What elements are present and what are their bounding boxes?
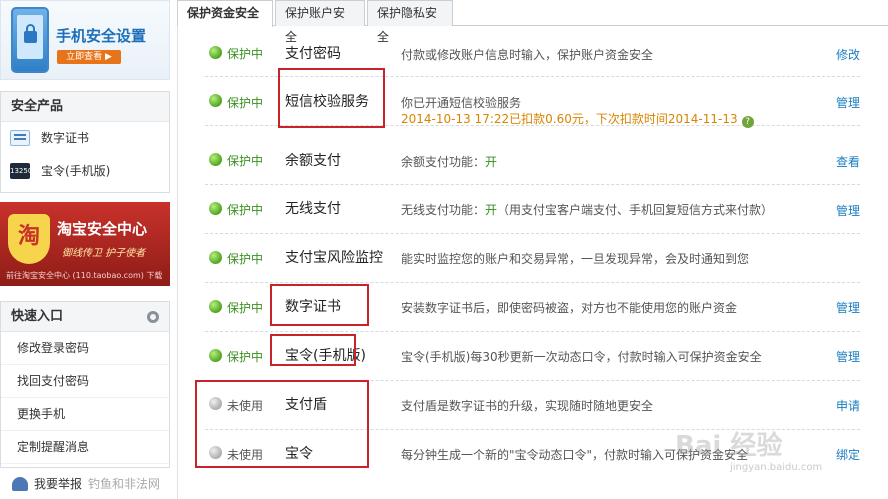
taobao-shield-icon: 淘 bbox=[8, 214, 50, 264]
highlight-box bbox=[270, 334, 356, 366]
service-name: 支付密码 bbox=[285, 46, 341, 62]
status-label: 保护中 bbox=[227, 203, 264, 217]
service-name: 无线支付 bbox=[285, 201, 341, 217]
security-products-panel: 安全产品 数字证书 13250 宝令(手机版) bbox=[0, 91, 170, 193]
security-products-heading: 安全产品 bbox=[1, 92, 169, 122]
quick-link-change-phone[interactable]: 更换手机 bbox=[1, 398, 169, 431]
service-description: 无线支付功能：开（用支付宝客户端支付、手机回复短信方式来付款） bbox=[401, 203, 774, 217]
watermark: Bai 经验 bbox=[675, 431, 783, 461]
phone-lock-icon bbox=[11, 7, 49, 73]
product-label: 宝令(手机版) bbox=[41, 164, 111, 178]
service-description: 付款或修改账户信息时输入，保护账户资金安全 bbox=[401, 48, 654, 62]
view-now-button[interactable]: 立即查看 ▶ bbox=[57, 50, 121, 64]
manage-link[interactable]: 管理 bbox=[836, 299, 860, 316]
status-on-icon bbox=[209, 300, 222, 313]
status-on-icon bbox=[209, 46, 222, 59]
service-description: 你已开通短信校验服务 bbox=[401, 96, 522, 110]
modify-link[interactable]: 修改 bbox=[836, 46, 860, 63]
status-on-icon bbox=[209, 94, 222, 107]
service-description: 安装数字证书后，即使密码被盗，对方也不能使用您的账户资金 bbox=[401, 301, 738, 315]
taobao-banner-title: 淘宝安全中心 bbox=[57, 220, 148, 238]
taobao-banner-footer: 前往淘宝安全中心 (110.taobao.com) 下载 bbox=[6, 271, 163, 280]
service-description: 能实时监控您的账户和交易异常，一旦发现异常，会及时通知到您 bbox=[401, 252, 750, 266]
highlight-box bbox=[195, 380, 369, 468]
report-label: 我要举报 bbox=[34, 477, 83, 491]
report-link[interactable]: 我要举报 钓鱼和非法网 bbox=[0, 470, 170, 499]
police-icon bbox=[12, 477, 28, 491]
phone-banner-title: 手机安全设置 bbox=[56, 27, 147, 45]
certificate-icon bbox=[10, 130, 30, 146]
highlight-box bbox=[278, 68, 385, 128]
quick-entry-panel: 快速入口 修改登录密码 找回支付密码 更换手机 定制提醒消息 bbox=[0, 301, 170, 468]
token-icon: 13250 bbox=[10, 163, 32, 179]
status-on-icon bbox=[209, 251, 222, 264]
tab-account-security[interactable]: 保护账户安全 bbox=[275, 0, 365, 44]
report-sub: 钓鱼和非法网 bbox=[88, 477, 161, 491]
status-label: 保护中 bbox=[227, 96, 264, 110]
left-sidebar: 手机安全设置 立即查看 ▶ 安全产品 数字证书 13250 宝令(手机版) 淘 … bbox=[0, 0, 170, 499]
product-item-certificate[interactable]: 数字证书 bbox=[1, 122, 169, 155]
quick-link-change-login-password[interactable]: 修改登录密码 bbox=[1, 332, 169, 365]
bind-link[interactable]: 绑定 bbox=[836, 446, 860, 463]
manage-link[interactable]: 管理 bbox=[836, 94, 860, 111]
service-description: 宝令(手机版)每30秒更新一次动态口令，付款时输入可保护资金安全 bbox=[401, 350, 762, 364]
status-label: 保护中 bbox=[227, 350, 264, 364]
deduction-info: 2014-10-13 17:22已扣款0.60元，下次扣款时间2014-11-1… bbox=[401, 110, 754, 128]
taobao-banner-slogan: 御线传卫 护子使者 bbox=[62, 248, 146, 259]
manage-link[interactable]: 管理 bbox=[836, 348, 860, 365]
status-on-icon bbox=[209, 349, 222, 362]
list-item: 保护中 余额支付 余额支付功能：开 查看 bbox=[205, 136, 860, 185]
quick-link-recover-pay-password[interactable]: 找回支付密码 bbox=[1, 365, 169, 398]
quick-link-custom-alerts[interactable]: 定制提醒消息 bbox=[1, 431, 169, 464]
list-item: 保护中 无线支付 无线支付功能：开（用支付宝客户端支付、手机回复短信方式来付款）… bbox=[205, 185, 860, 234]
status-on-icon bbox=[209, 202, 222, 215]
status-label: 保护中 bbox=[227, 252, 264, 266]
status-label: 保护中 bbox=[227, 154, 264, 168]
tab-fund-security[interactable]: 保护资金安全 bbox=[177, 0, 273, 27]
gear-icon[interactable] bbox=[147, 311, 159, 323]
view-link[interactable]: 查看 bbox=[836, 153, 860, 170]
phone-security-banner[interactable]: 手机安全设置 立即查看 ▶ bbox=[0, 0, 170, 80]
product-label: 数字证书 bbox=[41, 131, 90, 145]
service-description: 支付盾是数字证书的升级，实现随时随地更安全 bbox=[401, 399, 654, 413]
tab-privacy-security[interactable]: 保护隐私安全 bbox=[367, 0, 453, 44]
product-item-token[interactable]: 13250 宝令(手机版) bbox=[1, 155, 169, 188]
service-name: 余额支付 bbox=[285, 153, 341, 169]
taobao-security-banner[interactable]: 淘 淘宝安全中心 御线传卫 护子使者 前往淘宝安全中心 (110.taobao.… bbox=[0, 202, 170, 286]
quick-entry-heading: 快速入口 bbox=[1, 302, 169, 332]
watermark-url: jingyan.baidu.com bbox=[730, 462, 823, 473]
status-on-icon bbox=[209, 153, 222, 166]
status-label: 保护中 bbox=[227, 47, 264, 61]
status-label: 保护中 bbox=[227, 301, 264, 315]
question-icon[interactable]: ? bbox=[741, 116, 754, 128]
apply-link[interactable]: 申请 bbox=[836, 397, 860, 414]
service-description: 余额支付功能：开 bbox=[401, 155, 498, 169]
manage-link[interactable]: 管理 bbox=[836, 202, 860, 219]
list-item: 保护中 支付宝风险监控 能实时监控您的账户和交易异常，一旦发现异常，会及时通知到… bbox=[205, 234, 860, 283]
service-name: 支付宝风险监控 bbox=[285, 250, 383, 266]
tab-bar: 保护资金安全 保护账户安全 保护隐私安全 bbox=[177, 0, 888, 44]
highlight-box bbox=[270, 284, 369, 326]
